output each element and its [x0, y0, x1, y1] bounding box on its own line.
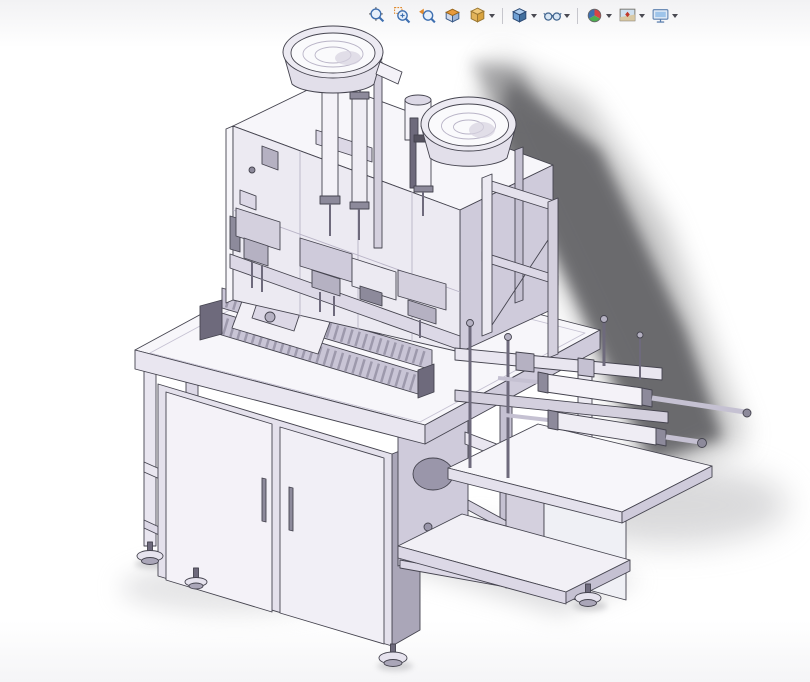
display-style-icon [512, 8, 527, 23]
zoom-to-fit-icon [369, 7, 385, 23]
toolbar-separator [577, 7, 578, 24]
sliding-door-right[interactable] [279, 426, 385, 645]
hide-show-items-button[interactable] [541, 4, 572, 27]
edit-appearance-icon [587, 8, 602, 23]
dropdown-arrow[interactable] [606, 13, 612, 18]
dropdown-arrow[interactable] [672, 13, 678, 18]
zoom-to-area-button[interactable] [391, 4, 414, 27]
view-orientation-button[interactable] [466, 4, 497, 27]
sliding-door-left[interactable] [165, 391, 273, 613]
view-settings-button[interactable] [649, 4, 680, 27]
previous-view-icon [419, 8, 436, 24]
apply-scene-icon [619, 8, 636, 22]
display-style-button[interactable] [508, 4, 539, 27]
right-bowl-feeder[interactable] [420, 96, 517, 167]
dropdown-arrow[interactable] [639, 13, 645, 18]
left-bowl-feeder[interactable] [282, 25, 403, 94]
door-handle [261, 477, 267, 523]
zoom-to-area-icon [394, 7, 411, 24]
view-orientation-icon [470, 7, 485, 23]
door-handle [288, 486, 294, 532]
toolbar-separator [502, 7, 503, 24]
dropdown-arrow[interactable] [489, 13, 495, 18]
dropdown-arrow[interactable] [531, 13, 537, 18]
view-settings-icon [652, 9, 669, 23]
zoom-to-fit-button[interactable] [366, 4, 389, 27]
previous-view-button[interactable] [416, 4, 439, 27]
model-view-canvas[interactable] [0, 0, 810, 682]
heads-up-view-toolbar [366, 4, 680, 27]
dropdown-arrow[interactable] [564, 13, 570, 18]
section-view-button[interactable] [441, 4, 464, 27]
apply-scene-button[interactable] [616, 4, 647, 27]
cad-viewport[interactable] [0, 0, 810, 682]
hide-show-items-icon [543, 12, 562, 21]
section-view-icon [445, 8, 460, 23]
gusset-hole [412, 457, 454, 491]
edit-appearance-button[interactable] [583, 4, 614, 27]
